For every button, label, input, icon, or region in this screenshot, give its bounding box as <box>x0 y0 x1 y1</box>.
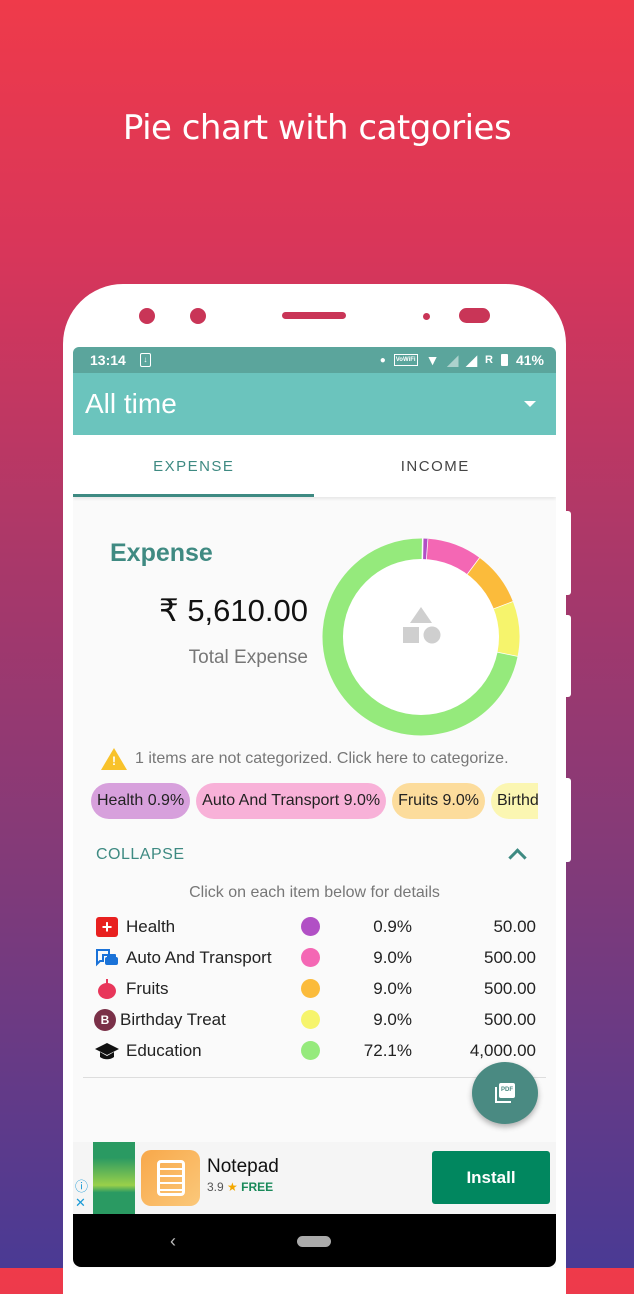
ad-app-name: Notepad <box>207 1156 279 1178</box>
notepad-app-icon <box>141 1150 200 1206</box>
collapse-label: COLLAPSE <box>96 846 184 864</box>
category-name: Health <box>126 917 301 937</box>
back-icon[interactable]: ‹ <box>170 1231 176 1252</box>
category-color-dot <box>301 1041 320 1060</box>
letter-b-icon: B <box>94 1008 116 1032</box>
warning-text: 1 items are not categorized. Click here … <box>135 750 509 768</box>
transport-icon <box>94 946 120 970</box>
category-name: Education <box>126 1041 301 1061</box>
roaming-indicator: R <box>485 354 493 366</box>
notification-dot-icon: ● <box>380 355 386 366</box>
category-name: Fruits <box>126 979 301 999</box>
category-color-dot <box>301 1010 320 1029</box>
signal-icon: ◢ <box>466 352 477 369</box>
ad-banner[interactable]: ⓘ✕ Notepad 3.9 ★ FREE Install <box>73 1142 556 1214</box>
category-amount: 4,000.00 <box>412 1041 536 1061</box>
phone-camera <box>459 308 490 323</box>
donut-slice-birthday-treat[interactable] <box>503 606 509 655</box>
ad-price: FREE <box>241 1180 273 1194</box>
tab-bar: EXPENSE INCOME <box>73 435 556 497</box>
category-chips[interactable]: Health 0.9%Auto And Transport 9.0%Fruits… <box>91 783 538 821</box>
status-bar: 13:14 ↓ ● VoWiFi ▼ ◢ ◢ R 41% <box>73 347 556 373</box>
status-time: 13:14 <box>90 352 126 368</box>
category-list: + Health 0.9% 50.00 Auto And Transport 9… <box>94 911 536 1066</box>
category-name: Auto And Transport <box>126 948 301 968</box>
total-label: Total Expense <box>189 647 308 669</box>
system-nav-bar: ‹ <box>73 1214 556 1267</box>
battery-icon <box>501 354 508 366</box>
total-amount: ₹ 5,610.00 <box>159 593 308 629</box>
vowifi-icon: VoWiFi <box>394 354 418 366</box>
summary-card: Expense ₹ 5,610.00 Total Expense <box>73 497 556 742</box>
period-selector[interactable]: All time <box>73 373 556 435</box>
phone-side-button <box>566 615 571 697</box>
category-row[interactable]: Auto And Transport 9.0% 500.00 <box>94 942 536 973</box>
category-row[interactable]: B Birthday Treat 9.0% 500.00 <box>94 1004 536 1035</box>
tab-expense[interactable]: EXPENSE <box>73 435 315 497</box>
warning-icon: ! <box>101 748 127 770</box>
category-color-dot <box>301 948 320 967</box>
category-row[interactable]: Education 72.1% 4,000.00 <box>94 1035 536 1066</box>
ad-image <box>93 1142 135 1214</box>
category-percent: 9.0% <box>320 948 412 968</box>
category-chip[interactable]: Health 0.9% <box>91 783 190 819</box>
donut-chart[interactable] <box>321 537 521 737</box>
phone-sensor-dot <box>190 308 206 324</box>
category-color-dot <box>301 917 320 936</box>
phone-sensor-dot <box>423 313 430 320</box>
star-icon: ★ <box>227 1180 238 1194</box>
category-amount: 500.00 <box>412 979 536 999</box>
pdf-icon: PDF <box>495 1083 515 1103</box>
details-hint: Click on each item below for details <box>73 884 556 902</box>
ad-app-meta: 3.9 ★ FREE <box>207 1180 273 1194</box>
headline: Pie chart with catgories <box>0 108 634 148</box>
phone-sensor-dot <box>139 308 155 324</box>
phone-side-button <box>566 778 571 862</box>
chevron-up-icon[interactable] <box>508 848 526 866</box>
graduation-cap-icon <box>94 1039 120 1063</box>
category-amount: 500.00 <box>412 948 536 968</box>
home-pill[interactable] <box>297 1236 331 1247</box>
tab-income[interactable]: INCOME <box>315 435 557 497</box>
donut-center <box>343 559 499 715</box>
category-percent: 0.9% <box>320 917 412 937</box>
category-chip[interactable]: Auto And Transport 9.0% <box>196 783 386 819</box>
battery-percent: 41% <box>516 352 544 368</box>
install-button[interactable]: Install <box>432 1151 550 1204</box>
category-name: Birthday Treat <box>120 1010 301 1030</box>
category-percent: 9.0% <box>320 1010 412 1030</box>
phone-speaker <box>282 312 346 319</box>
category-color-dot <box>301 979 320 998</box>
category-row[interactable]: + Health 0.9% 50.00 <box>94 911 536 942</box>
category-amount: 50.00 <box>412 917 536 937</box>
uncategorized-warning[interactable]: ! 1 items are not categorized. Click her… <box>101 748 509 770</box>
export-pdf-button[interactable]: PDF <box>472 1062 538 1124</box>
category-percent: 72.1% <box>320 1041 412 1061</box>
apple-icon <box>94 977 120 1001</box>
category-chip[interactable]: Fruits 9.0% <box>392 783 485 819</box>
category-chip[interactable]: Birthday Treat 9.0% <box>491 783 538 819</box>
collapse-toggle[interactable]: COLLAPSE <box>96 845 524 864</box>
ad-info-icon[interactable]: ⓘ✕ <box>75 1179 88 1211</box>
ad-rating: 3.9 <box>207 1180 224 1194</box>
signal-empty-icon: ◢ <box>447 352 458 369</box>
phone-side-button <box>566 511 571 595</box>
period-title: All time <box>85 388 524 420</box>
category-percent: 9.0% <box>320 979 412 999</box>
caret-down-icon[interactable] <box>524 401 536 407</box>
category-amount: 500.00 <box>412 1010 536 1030</box>
download-icon: ↓ <box>140 353 151 367</box>
health-cross-icon: + <box>94 915 120 939</box>
summary-title: Expense <box>110 539 213 568</box>
category-row[interactable]: Fruits 9.0% 500.00 <box>94 973 536 1004</box>
wifi-icon: ▼ <box>426 352 440 368</box>
